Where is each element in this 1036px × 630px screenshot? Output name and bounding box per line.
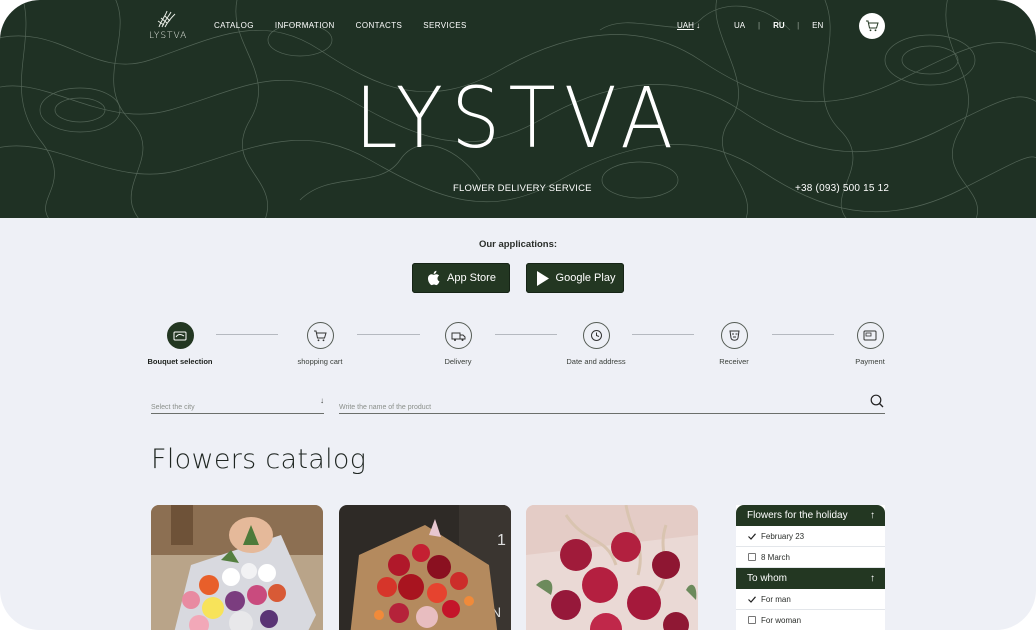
currency-arrow-icon: ↓ [696, 21, 701, 30]
filter-option-label: February 23 [761, 531, 805, 541]
step-delivery[interactable]: Delivery [418, 322, 498, 366]
filter-option[interactable]: For woman [736, 610, 885, 630]
cart-button[interactable] [859, 13, 885, 39]
bouquet-photo-1 [151, 505, 323, 630]
step-label: Receiver [719, 357, 749, 366]
hero-tagline: FLOWER DELIVERY SERVICE [453, 183, 592, 194]
bouquet-photo-2: 1 N [339, 505, 511, 630]
google-play-label: Google Play [555, 272, 616, 284]
filter-header[interactable]: Flowers for the holiday ↑ [736, 505, 885, 526]
leaf-logo-icon [157, 10, 176, 28]
app-store-button[interactable]: App Store [412, 263, 510, 293]
step-label: Payment [855, 357, 885, 366]
check-icon [748, 595, 756, 603]
filter-header[interactable]: To whom ↑ [736, 568, 885, 589]
cart-icon [866, 20, 879, 32]
chevron-up-icon: ↑ [870, 573, 875, 584]
currency-selector[interactable]: UAH ↓ [677, 21, 700, 30]
product-search-input[interactable]: Write the name of the product [339, 394, 885, 414]
hero-banner: LYSTVA CATALOG INFORMATION CONTACTS SERV… [0, 0, 1036, 218]
check-icon [748, 532, 756, 540]
nav-information[interactable]: INFORMATION [275, 21, 335, 30]
nav-services[interactable]: SERVICES [423, 21, 467, 30]
city-placeholder: Select the city [151, 404, 195, 411]
step-shopping-cart[interactable]: shopping cart [280, 322, 360, 366]
filter-option-label: 8 March [761, 552, 790, 562]
logo-text: LYSTVA [149, 31, 188, 41]
product-card-image[interactable] [151, 505, 323, 630]
step-label: Delivery [444, 357, 472, 366]
page-frame: LYSTVA CATALOG INFORMATION CONTACTS SERV… [0, 0, 1036, 630]
google-play-button[interactable]: Google Play [526, 263, 624, 293]
filter-option-label: For man [761, 594, 791, 604]
search-placeholder: Write the name of the product [339, 404, 432, 411]
lang-divider: | [797, 21, 800, 30]
filter-option[interactable]: For man [736, 589, 885, 610]
filter-title: Flowers for the holiday [747, 510, 848, 521]
card-icon [856, 322, 884, 349]
lang-divider: | [758, 21, 761, 30]
bouquet-icon [166, 322, 194, 349]
app-store-label: App Store [447, 272, 496, 284]
search-icon[interactable] [870, 394, 884, 413]
city-select[interactable]: Select the city ↓ [151, 396, 324, 414]
delivery-icon [444, 322, 472, 349]
checkbox[interactable] [748, 616, 756, 624]
lang-ru[interactable]: RU [773, 21, 785, 30]
step-label: shopping cart [297, 357, 343, 366]
catalog-title: Flowers catalog [151, 444, 367, 475]
filter-option[interactable]: 8 March [736, 547, 885, 568]
step-label: Date and address [566, 357, 626, 366]
filter-title: To whom [747, 573, 788, 584]
apple-icon [428, 270, 440, 286]
main-nav: CATALOG INFORMATION CONTACTS SERVICES [214, 21, 488, 30]
logo[interactable]: LYSTVA [149, 9, 188, 41]
filter-option[interactable]: February 23 [736, 526, 885, 547]
bouquet-photo-3 [526, 505, 698, 630]
step-connector [772, 334, 834, 335]
nav-contacts[interactable]: CONTACTS [356, 21, 403, 30]
step-bouquet-selection[interactable]: Bouquet selection [140, 322, 220, 366]
checkbox[interactable] [748, 553, 756, 561]
product-card-image[interactable]: 1 N [339, 505, 511, 630]
filter-option-label: For woman [761, 615, 802, 625]
step-connector [216, 334, 278, 335]
step-payment[interactable]: Payment [830, 322, 910, 366]
currency-label: UAH [677, 21, 694, 30]
step-connector [495, 334, 557, 335]
play-icon [536, 270, 549, 286]
language-switcher: UA | RU | EN [734, 21, 823, 30]
step-date-and-address[interactable]: Date and address [556, 322, 636, 366]
step-receiver[interactable]: Receiver [694, 322, 774, 366]
cart-icon [306, 322, 334, 349]
lang-en[interactable]: EN [812, 21, 823, 30]
brand-title: LYSTVA [354, 69, 682, 167]
chevron-down-icon: ↓ [320, 396, 324, 405]
step-connector [357, 334, 420, 335]
clock-icon [582, 322, 610, 349]
hero-phone[interactable]: +38 (093) 500 15 12 [795, 183, 889, 194]
filter-holiday: Flowers for the holiday ↑ February 23 8 … [736, 505, 885, 630]
step-connector [632, 334, 694, 335]
receiver-icon [720, 322, 748, 349]
step-label: Bouquet selection [147, 357, 213, 366]
apps-title: Our applications: [478, 239, 558, 250]
svg-text:1: 1 [497, 532, 506, 549]
product-card-image[interactable] [526, 505, 698, 630]
lang-ua[interactable]: UA [734, 21, 745, 30]
chevron-up-icon: ↑ [870, 510, 875, 521]
nav-catalog[interactable]: CATALOG [214, 21, 254, 30]
